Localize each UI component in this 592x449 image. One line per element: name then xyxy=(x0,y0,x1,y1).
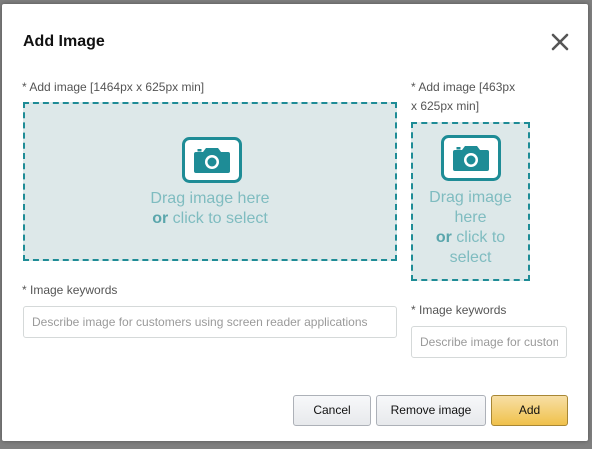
small-drop-instructions: Drag image here or click to select xyxy=(413,188,528,268)
large-image-label: * Add image [1464px x 625px min] xyxy=(22,80,205,94)
remove-image-button[interactable]: Remove image xyxy=(376,395,486,426)
drop-line-3: or click to xyxy=(413,228,528,248)
add-button[interactable]: Add xyxy=(491,395,568,426)
drop-click-text: click to select xyxy=(172,210,268,227)
large-image-drop-zone[interactable]: Drag image here or click to select xyxy=(23,102,397,261)
add-image-dialog: Add Image * Add image [1464px x 625px mi… xyxy=(2,4,588,441)
cancel-button[interactable]: Cancel xyxy=(293,395,371,426)
drop-line-1: Drag image here xyxy=(150,190,270,207)
drop-line-4: select xyxy=(449,249,492,266)
drop-or: or xyxy=(152,210,169,227)
small-keywords-label: * Image keywords xyxy=(411,303,507,317)
large-drop-instructions: Drag image here or click to select xyxy=(25,189,395,229)
drop-line-2: or click to select xyxy=(25,209,395,229)
camera-icon xyxy=(182,137,242,183)
camera-icon xyxy=(441,135,501,181)
drop-or: or xyxy=(435,229,452,246)
drop-line-2: here xyxy=(454,209,487,226)
small-keywords-input[interactable] xyxy=(411,326,567,358)
small-image-drop-zone[interactable]: Drag image here or click to select xyxy=(411,122,530,281)
small-image-label-line-2: x 625px min] xyxy=(411,99,480,113)
close-button[interactable] xyxy=(546,28,574,56)
large-keywords-input[interactable] xyxy=(23,306,397,338)
dialog-title: Add Image xyxy=(23,33,105,50)
small-image-label: * Add image [463px x 625px min] xyxy=(411,78,515,116)
drop-line-1: Drag image xyxy=(429,189,512,206)
drop-click-text: click to xyxy=(456,229,506,246)
close-icon xyxy=(551,33,569,51)
small-image-label-line-1: * Add image [463px xyxy=(411,80,516,94)
large-keywords-label: * Image keywords xyxy=(22,283,118,297)
